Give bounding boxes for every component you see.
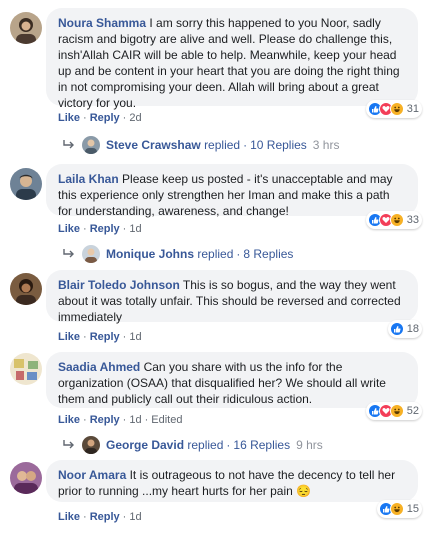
replies-link[interactable]: Monique Johns replied · 8 Replies [62, 245, 293, 263]
comment-bubble: Noor Amara It is outrageous to not have … [46, 460, 418, 502]
like-link[interactable]: Like [58, 112, 80, 124]
replies-link[interactable]: George David replied · 16 Replies 9 hrs [62, 436, 323, 454]
reply-author: George David [106, 438, 185, 452]
comment-text: I am sorry this happened to you Noor, sa… [58, 16, 400, 110]
avatar [82, 245, 100, 263]
reply-arrow-icon [63, 249, 74, 258]
reaction-summary[interactable]: 15 [376, 500, 422, 518]
comment-author[interactable]: Blair Toledo Johnson [58, 278, 180, 292]
like-link[interactable]: Like [58, 414, 80, 426]
comment-actions: Like · Reply · 2d [58, 112, 142, 124]
comment-bubble: Saadia Ahmed Can you share with us the i… [46, 352, 418, 408]
reply-link[interactable]: Reply [90, 223, 120, 235]
like-link[interactable]: Like [58, 223, 80, 235]
reaction-summary[interactable]: 31 [365, 100, 422, 118]
comment-author[interactable]: Noor Amara [58, 468, 126, 482]
reply-count: 8 Replies [243, 247, 294, 261]
reply-verb: replied [187, 438, 224, 452]
reply-count: 16 Replies [233, 438, 291, 452]
comment-bubble: Noura Shamma I am sorry this happened to… [46, 8, 418, 110]
reply-author: Steve Crawshaw [106, 138, 201, 152]
reply-time: 9 hrs [296, 438, 323, 452]
avatar[interactable] [10, 12, 42, 44]
reply-link[interactable]: Reply [90, 331, 120, 343]
reaction-count: 18 [406, 323, 419, 335]
avatar[interactable] [10, 273, 42, 305]
reply-count: 10 Replies [250, 138, 307, 152]
haha-reaction-icon [389, 102, 404, 116]
haha-reaction-icon [389, 404, 404, 418]
avatar [82, 136, 100, 154]
comment-timestamp[interactable]: 1d [129, 414, 141, 426]
haha-reaction-icon [389, 213, 404, 227]
reaction-count: 15 [406, 503, 419, 515]
avatar[interactable] [10, 353, 42, 385]
reply-arrow-icon [63, 140, 74, 149]
comment-actions: Like · Reply · 1d [58, 223, 142, 235]
reply-verb: replied [197, 247, 234, 261]
reply-link[interactable]: Reply [90, 414, 120, 426]
haha-reaction-icon [389, 502, 404, 516]
reaction-summary[interactable]: 18 [387, 320, 422, 338]
comment-timestamp[interactable]: 1d [129, 511, 141, 523]
reaction-summary[interactable]: 52 [365, 402, 422, 420]
comment-author[interactable]: Saadia Ahmed [58, 360, 140, 374]
like-link[interactable]: Like [58, 331, 80, 343]
comment-bubble: Laila Khan Please keep us posted - it's … [46, 164, 418, 218]
reply-link[interactable]: Reply [90, 511, 120, 523]
reply-author: Monique Johns [106, 247, 194, 261]
like-reaction-icon [389, 322, 404, 336]
reaction-count: 31 [406, 103, 419, 115]
reply-time: 3 hrs [312, 138, 340, 152]
reaction-count: 52 [406, 405, 419, 417]
reaction-summary[interactable]: 33 [365, 211, 422, 229]
avatar [82, 436, 100, 454]
comment-bubble: Blair Toledo Johnson This is so bogus, a… [46, 270, 418, 324]
reply-arrow-icon [63, 440, 74, 449]
reply-verb: replied [204, 138, 241, 152]
avatar[interactable] [10, 462, 42, 494]
reaction-count: 33 [406, 214, 419, 226]
comment-timestamp[interactable]: 1d [129, 223, 141, 235]
comment-timestamp[interactable]: 1d [129, 331, 141, 343]
like-link[interactable]: Like [58, 511, 80, 523]
reply-link[interactable]: Reply [90, 112, 120, 124]
comment-actions: Like · Reply · 1d · Edited [58, 414, 183, 426]
comment-author[interactable]: Laila Khan [58, 172, 119, 186]
comment-timestamp[interactable]: 2d [129, 112, 141, 124]
comment-actions: Like · Reply · 1d [58, 331, 142, 343]
avatar[interactable] [10, 168, 42, 200]
replies-link[interactable]: Steve Crawshaw replied · 10 Replies 3 hrs [62, 136, 339, 154]
comment-author[interactable]: Noura Shamma [58, 16, 146, 30]
edited-label[interactable]: Edited [151, 414, 182, 426]
comment-actions: Like · Reply · 1d [58, 511, 142, 523]
